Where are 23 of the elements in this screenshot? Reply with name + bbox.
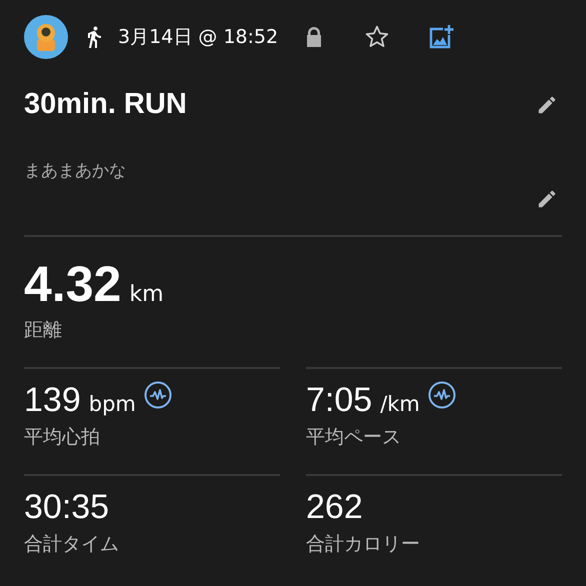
stat-label: 合計タイム	[24, 532, 120, 557]
chart-icon[interactable]	[144, 381, 172, 409]
pencil-icon[interactable]	[536, 94, 558, 116]
stat-value: 139	[24, 381, 81, 420]
stat-label: 平均心拍	[24, 425, 101, 450]
activity-title: 30min. RUN	[24, 88, 187, 121]
stat-label: 平均ペース	[306, 425, 402, 450]
distance-unit: km	[129, 282, 164, 307]
stat-unit: bpm	[88, 392, 136, 416]
avatar-icon[interactable]	[24, 15, 68, 59]
star-icon[interactable]	[364, 24, 390, 50]
stat-value: 262	[306, 488, 363, 527]
activity-description: まあまあかな	[24, 160, 127, 182]
stat-unit: /km	[380, 392, 420, 416]
activity-date: 3月14日 @ 18:52	[118, 25, 278, 50]
add-photo-icon[interactable]	[428, 24, 454, 50]
chart-icon[interactable]	[428, 381, 456, 409]
stat-label: 合計カロリー	[306, 532, 421, 557]
stat-value: 30:35	[24, 488, 110, 527]
pencil-icon[interactable]	[536, 188, 558, 210]
stat-value: 7:05	[306, 381, 372, 420]
distance-label: 距離	[24, 318, 63, 343]
distance-value: 4.32	[24, 255, 122, 313]
